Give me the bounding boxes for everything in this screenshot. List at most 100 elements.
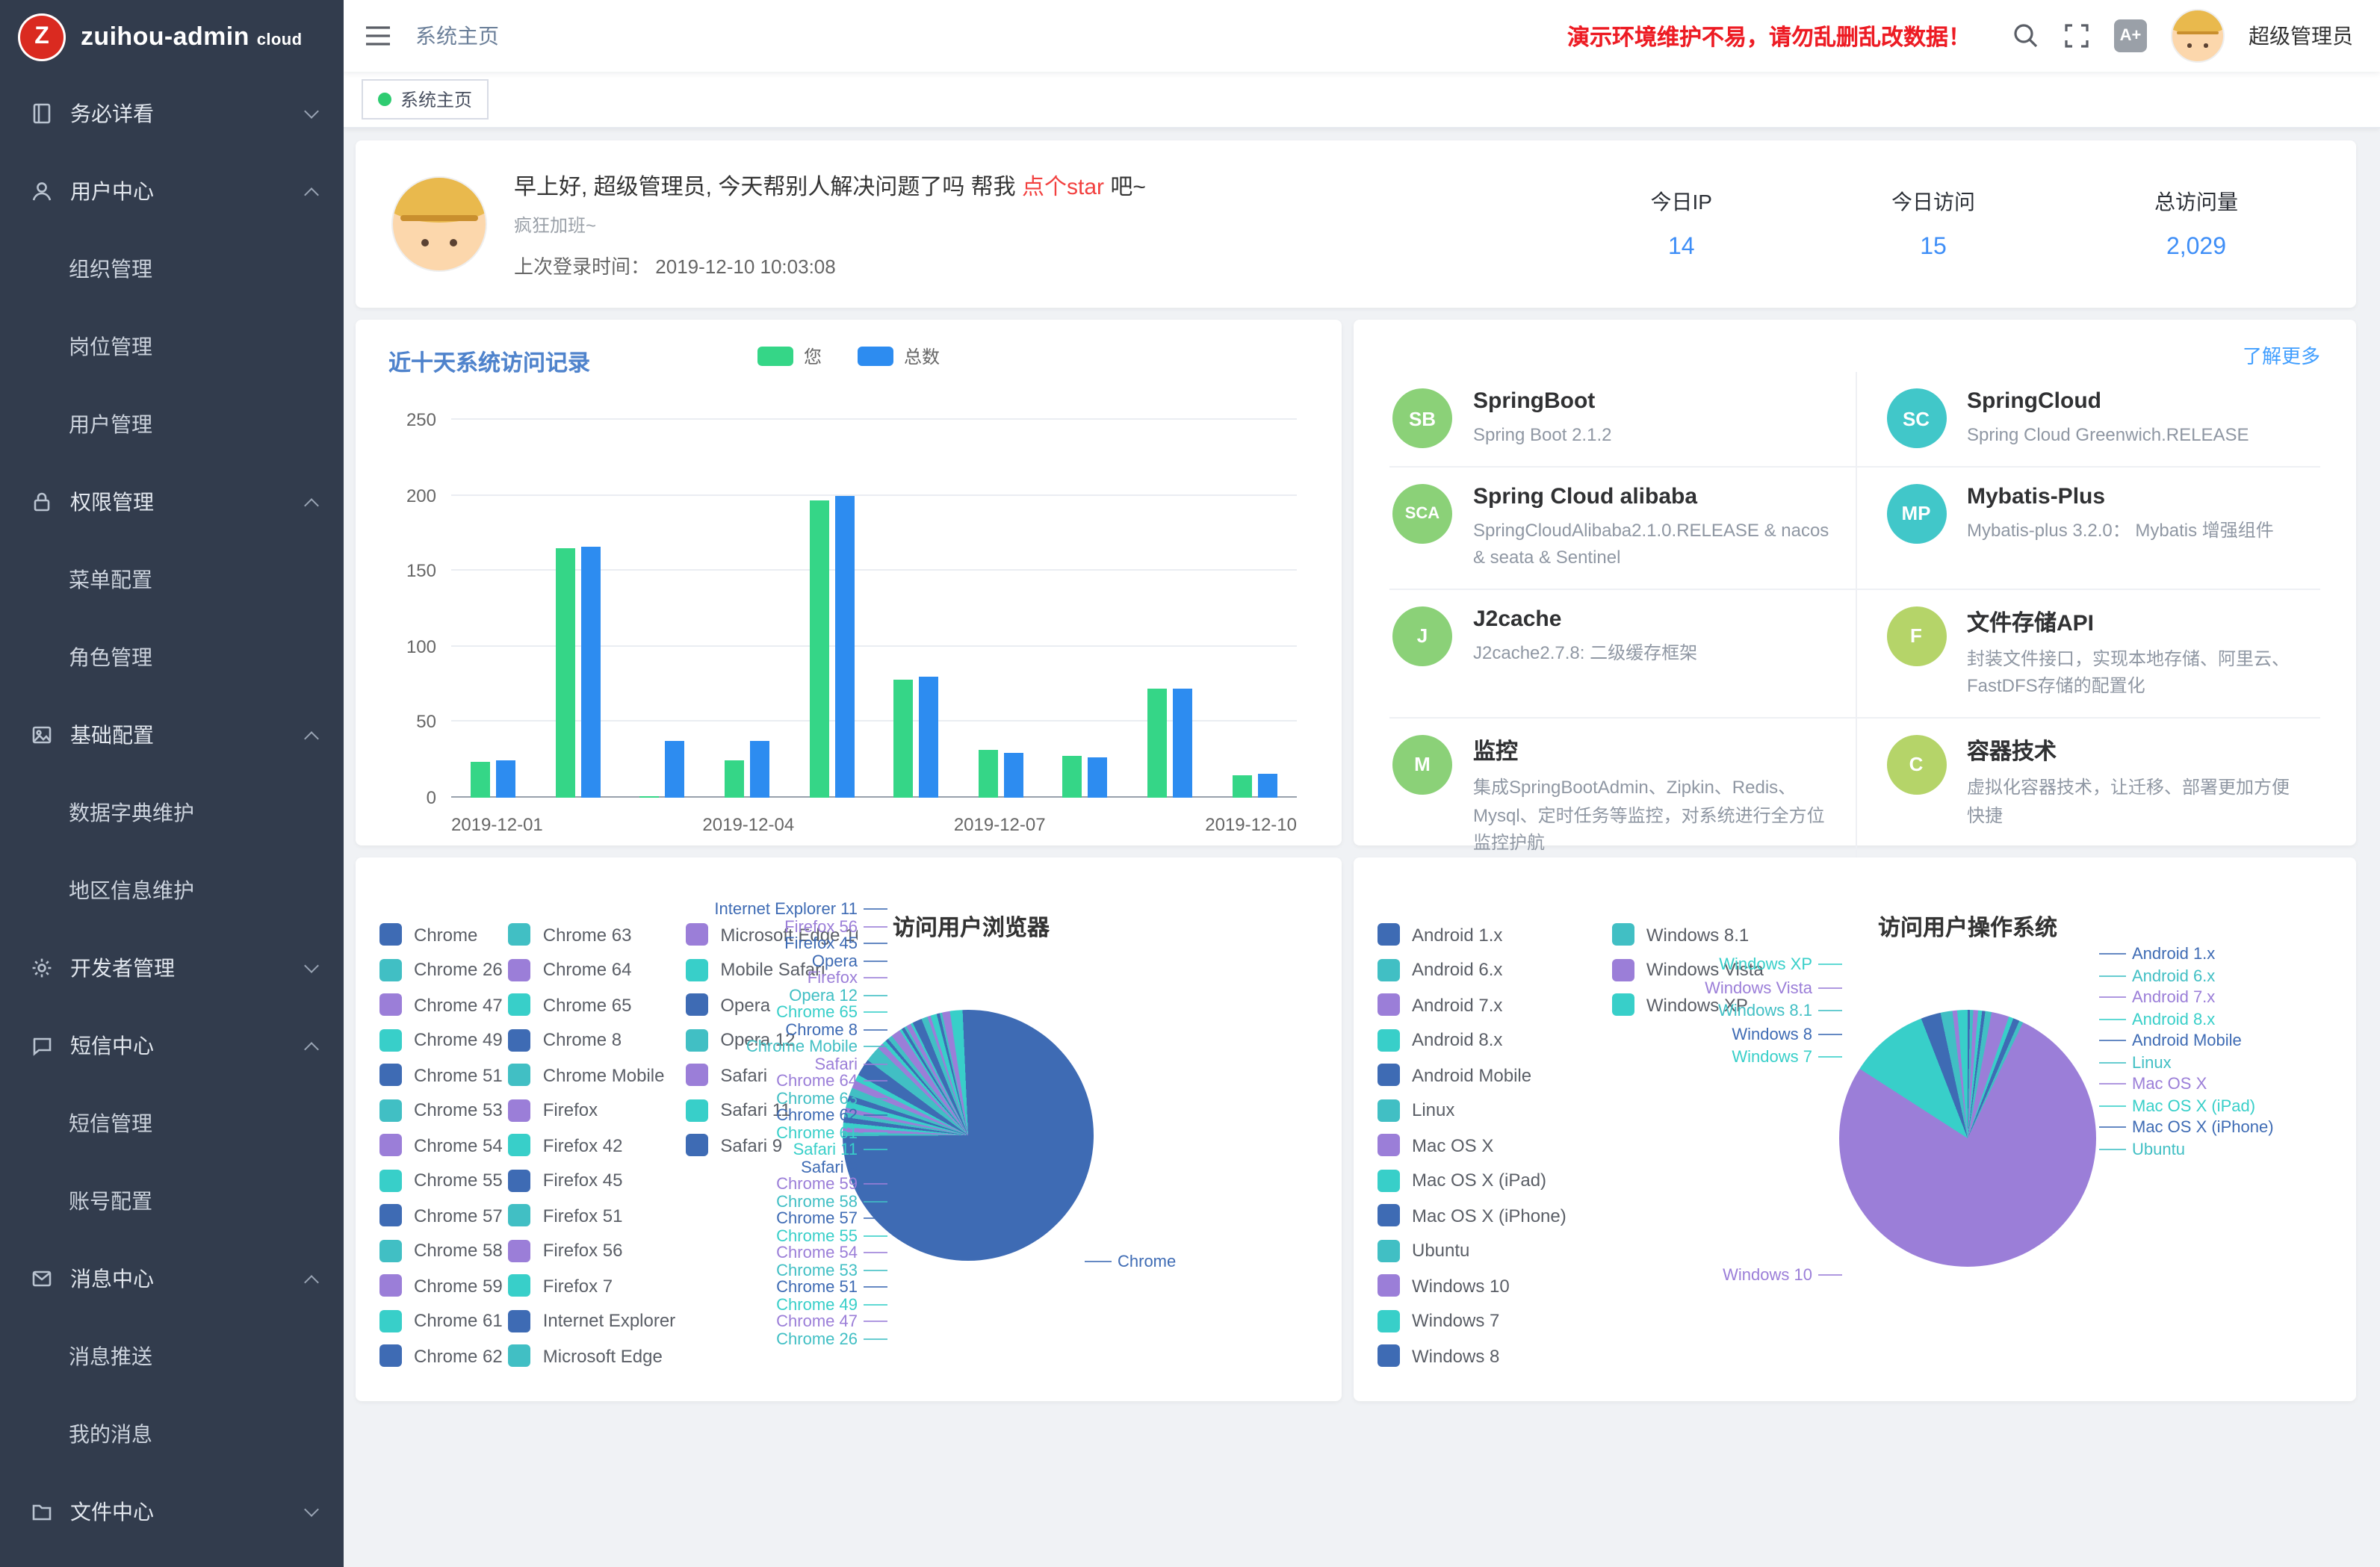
legend-item[interactable]: Chrome 64: [509, 952, 681, 987]
learn-more-link[interactable]: 了解更多: [1389, 335, 2320, 372]
legend-item[interactable]: Chrome 61: [379, 1303, 503, 1338]
hamburger-icon[interactable]: [365, 24, 391, 48]
sidebar-subitem-1-1[interactable]: 岗位管理: [0, 308, 344, 385]
legend-item[interactable]: Microsoft Edge 16: [686, 917, 858, 952]
bar-group: [958, 420, 1043, 798]
legend-item[interactable]: Mobile Safari: [686, 952, 858, 987]
legend-item[interactable]: Chrome 62: [379, 1338, 503, 1374]
legend-item[interactable]: Chrome 63: [509, 917, 681, 952]
legend-item[interactable]: 您: [757, 344, 822, 369]
user-avatar[interactable]: [2171, 9, 2225, 63]
legend-item[interactable]: Chrome 55: [379, 1163, 503, 1198]
legend-item[interactable]: Microsoft Edge: [509, 1338, 681, 1374]
legend-item[interactable]: Safari: [686, 1058, 858, 1093]
legend-label: Windows 7: [1412, 1311, 1499, 1332]
legend-item[interactable]: Windows Vista: [1612, 952, 1803, 987]
current-username[interactable]: 超级管理员: [2249, 21, 2353, 51]
legend-item[interactable]: Windows 8.1: [1612, 917, 1803, 952]
legend-item[interactable]: Opera 12: [686, 1023, 858, 1058]
legend-item[interactable]: Android 1.x: [1378, 917, 1606, 952]
sidebar-subitem-6-0[interactable]: 消息推送: [0, 1318, 344, 1395]
legend-item[interactable]: Chrome 65: [509, 987, 681, 1023]
font-size-button[interactable]: A+: [2114, 19, 2147, 52]
legend-item[interactable]: Chrome 58: [379, 1233, 503, 1268]
bar-您: [809, 500, 828, 798]
legend-marker: [509, 1345, 531, 1368]
legend-marker: [1612, 959, 1634, 981]
sidebar-subitem-2-1[interactable]: 角色管理: [0, 618, 344, 696]
sidebar-item-6[interactable]: 消息中心: [0, 1240, 344, 1318]
legend-marker: [379, 1275, 402, 1297]
legend-item[interactable]: Linux: [1378, 1093, 1606, 1128]
sidebar-item-1[interactable]: 用户中心: [0, 152, 344, 230]
legend-item[interactable]: Safari 9: [686, 1128, 858, 1163]
legend-item[interactable]: Chrome 53: [379, 1093, 503, 1128]
legend-item[interactable]: Firefox 42: [509, 1128, 681, 1163]
sidebar-subitem-5-1[interactable]: 账号配置: [0, 1162, 344, 1240]
legend-item[interactable]: Windows 8: [1378, 1338, 1606, 1374]
pie-callout-label: Android 6.x: [2099, 969, 2215, 986]
sidebar-subitem-3-1[interactable]: 地区信息维护: [0, 851, 344, 929]
legend-item[interactable]: Windows XP: [1612, 987, 1803, 1023]
pie-callout-label: Ubuntu: [2099, 1142, 2185, 1159]
legend-label: Firefox 56: [543, 1241, 623, 1262]
legend-item[interactable]: Firefox 7: [509, 1268, 681, 1303]
legend-item[interactable]: Chrome 47: [379, 987, 503, 1023]
legend-item[interactable]: Chrome Mobile: [509, 1058, 681, 1093]
legend-item[interactable]: Android 6.x: [1378, 952, 1606, 987]
legend-item[interactable]: Chrome 51: [379, 1058, 503, 1093]
logo[interactable]: Z zuihou-admincloud: [0, 0, 344, 75]
sidebar-item-5[interactable]: 短信中心: [0, 1007, 344, 1085]
sidebar-subitem-1-2[interactable]: 用户管理: [0, 385, 344, 463]
sidebar-item-0[interactable]: 务必详看: [0, 75, 344, 152]
legend-item[interactable]: Chrome: [379, 917, 503, 952]
star-link[interactable]: 点个star: [1022, 174, 1104, 199]
sidebar-subitem-5-0[interactable]: 短信管理: [0, 1085, 344, 1162]
legend-marker: [1378, 1345, 1400, 1368]
sidebar-subitem-3-0[interactable]: 数据字典维护: [0, 774, 344, 851]
legend-item[interactable]: Android 7.x: [1378, 987, 1606, 1023]
bar-您: [894, 680, 914, 798]
legend-item[interactable]: Firefox 56: [509, 1233, 681, 1268]
legend-item[interactable]: Android 8.x: [1378, 1023, 1606, 1058]
legend-item[interactable]: Ubuntu: [1378, 1233, 1606, 1268]
legend-item[interactable]: Chrome 26: [379, 952, 503, 987]
legend-item[interactable]: Chrome 8: [509, 1023, 681, 1058]
legend-item[interactable]: Mac OS X (iPhone): [1378, 1198, 1606, 1233]
legend-label: Windows 8.1: [1646, 925, 1749, 946]
legend-item[interactable]: Opera: [686, 987, 858, 1023]
legend-item[interactable]: Android Mobile: [1378, 1058, 1606, 1093]
legend-item[interactable]: Internet Explorer 11: [509, 1303, 681, 1338]
legend-item[interactable]: Firefox 45: [509, 1163, 681, 1198]
legend-label: Firefox: [543, 1100, 598, 1121]
tech-title: SpringBoot: [1473, 388, 1611, 414]
legend-item[interactable]: Firefox 51: [509, 1198, 681, 1233]
bar-总数: [1088, 757, 1108, 798]
search-icon[interactable]: [2012, 22, 2039, 49]
tech-text: Spring Cloud alibabaSpringCloudAlibaba2.…: [1473, 483, 1840, 571]
legend-item[interactable]: Chrome 57: [379, 1198, 503, 1233]
sidebar-subitem-6-1[interactable]: 我的消息: [0, 1395, 344, 1473]
legend-marker: [379, 994, 402, 1017]
fullscreen-icon[interactable]: [2063, 22, 2090, 49]
sidebar-item-3[interactable]: 基础配置: [0, 696, 344, 774]
tab-home[interactable]: 系统主页: [362, 79, 489, 120]
legend-item[interactable]: 总数: [858, 344, 940, 369]
legend-item[interactable]: Chrome 59: [379, 1268, 503, 1303]
legend-item[interactable]: Mac OS X (iPad): [1378, 1163, 1606, 1198]
legend-item[interactable]: Chrome 54: [379, 1128, 503, 1163]
legend-item[interactable]: Safari 11: [686, 1093, 858, 1128]
legend-item[interactable]: Mac OS X: [1378, 1128, 1606, 1163]
sidebar-subitem-1-0[interactable]: 组织管理: [0, 230, 344, 308]
sidebar-item-7[interactable]: 文件中心: [0, 1473, 344, 1551]
sidebar-item-4[interactable]: 开发者管理: [0, 929, 344, 1007]
tech-desc: Mybatis-plus 3.2.0： Mybatis 增强组件: [1967, 516, 2274, 544]
sidebar-item-2[interactable]: 权限管理: [0, 463, 344, 541]
tech-desc: Spring Cloud Greenwich.RELEASE: [1967, 421, 2249, 449]
sidebar-subitem-2-0[interactable]: 菜单配置: [0, 541, 344, 618]
legend-item[interactable]: Firefox: [509, 1093, 681, 1128]
breadcrumb[interactable]: 系统主页: [415, 21, 499, 51]
legend-item[interactable]: Windows 7: [1378, 1303, 1606, 1338]
legend-item[interactable]: Chrome 49: [379, 1023, 503, 1058]
legend-item[interactable]: Windows 10: [1378, 1268, 1606, 1303]
